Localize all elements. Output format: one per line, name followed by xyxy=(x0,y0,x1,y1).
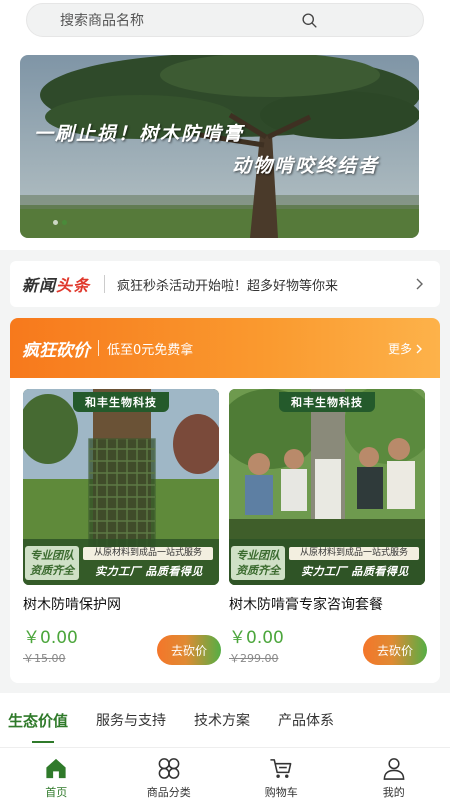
home-icon xyxy=(46,758,66,779)
brand-label: 和丰生物科技 xyxy=(279,392,375,412)
banner-pagination xyxy=(53,220,67,225)
more-label: 更多 xyxy=(387,342,412,356)
banner-title: 一刷止损！树木防啃膏 xyxy=(34,123,245,145)
nav-category[interactable]: 商品分类 xyxy=(113,748,226,800)
tag-service: 从原材料到成品一站式服务 xyxy=(83,547,213,560)
tag-team: 专业团队资质齐全 xyxy=(25,546,79,580)
cart-icon xyxy=(270,759,292,778)
user-icon xyxy=(383,758,405,780)
divider xyxy=(104,275,106,293)
bargain-header: 疯狂砍价 低至0元免费拿 更多 xyxy=(10,318,440,378)
bargain-section: 疯狂砍价 低至0元免费拿 更多 和丰生物科技 专业团队资质齐全 从原材料到成品一… xyxy=(10,318,440,683)
news-bar[interactable]: 新闻头条 疯狂秒杀活动开始啦！超多好物等你来 xyxy=(10,261,440,307)
news-logo-a: 新闻 xyxy=(22,276,57,295)
chevron-right-icon[interactable] xyxy=(414,278,426,290)
tag-factory: 实力工厂 品质看得见 xyxy=(95,565,203,578)
category-tabs: 生态价值 服务与支持 技术方案 产品体系 xyxy=(0,693,450,747)
nav-home[interactable]: 首页 xyxy=(0,748,113,800)
search-icon[interactable] xyxy=(301,12,318,29)
promo-banner[interactable]: 一刷止损！树木防啃膏 动物啃咬终结者 xyxy=(20,55,419,238)
nav-profile[interactable]: 我的 xyxy=(338,748,450,800)
search-placeholder: 搜索商品名称 xyxy=(60,13,144,29)
product-card[interactable]: 和丰生物科技 专业团队资质齐全 从原材料到成品一站式服务 实力工厂 品质看得见 … xyxy=(23,389,221,666)
tab-tech-solution[interactable]: 技术方案 xyxy=(194,710,250,730)
tab-service-support[interactable]: 服务与支持 xyxy=(96,710,166,730)
nav-category-label: 商品分类 xyxy=(146,786,191,799)
nav-profile-label: 我的 xyxy=(382,786,405,799)
tag-service: 从原材料到成品一站式服务 xyxy=(289,547,419,560)
news-headline[interactable]: 疯狂秒杀活动开始啦！超多好物等你来 xyxy=(117,275,414,294)
product-image[interactable]: 和丰生物科技 专业团队资质齐全 从原材料到成品一站式服务 实力工厂 品质看得见 xyxy=(23,389,219,585)
banner-image xyxy=(20,55,419,238)
bargain-button[interactable]: 去砍价 xyxy=(363,635,427,665)
bargain-subtitle: 低至0元免费拿 xyxy=(107,342,194,358)
bottom-nav: 首页 商品分类 购物车 我的 xyxy=(0,747,450,800)
divider xyxy=(98,340,99,356)
product-image[interactable]: 和丰生物科技 专业团队资质齐全 从原材料到成品一站式服务 实力工厂 品质看得见 xyxy=(229,389,425,585)
news-logo: 新闻头条 xyxy=(22,272,90,296)
nav-cart-label: 购物车 xyxy=(264,786,298,799)
nav-cart[interactable]: 购物车 xyxy=(225,748,338,800)
tag-factory: 实力工厂 品质看得见 xyxy=(301,565,409,578)
banner-subtitle: 动物啃咬终结者 xyxy=(232,155,380,177)
tag-team: 专业团队资质齐全 xyxy=(231,546,285,580)
nav-home-label: 首页 xyxy=(45,786,68,799)
more-link[interactable]: 更多 xyxy=(388,340,424,357)
news-logo-b: 头条 xyxy=(56,276,91,295)
bargain-button[interactable]: 去砍价 xyxy=(157,635,221,665)
product-card[interactable]: 和丰生物科技 专业团队资质齐全 从原材料到成品一站式服务 实力工厂 品质看得见 … xyxy=(229,389,427,666)
chevron-right-icon xyxy=(416,344,422,353)
category-icon xyxy=(158,758,180,779)
product-name[interactable]: 树木防啃膏专家咨询套餐 xyxy=(229,594,425,614)
tab-ecological-value[interactable]: 生态价值 xyxy=(8,710,68,743)
pagination-dot[interactable] xyxy=(53,220,58,225)
header-area: 搜索商品名称 一刷止损！树木防啃膏 动物啃咬终结者 xyxy=(0,0,450,250)
tab-product-system[interactable]: 产品体系 xyxy=(278,710,334,730)
product-name[interactable]: 树木防啃保护网 xyxy=(23,594,219,614)
bargain-title: 疯狂砍价 xyxy=(22,340,90,361)
search-input[interactable]: 搜索商品名称 xyxy=(26,3,424,37)
brand-label: 和丰生物科技 xyxy=(73,392,169,412)
pagination-dot-active[interactable] xyxy=(62,220,67,225)
